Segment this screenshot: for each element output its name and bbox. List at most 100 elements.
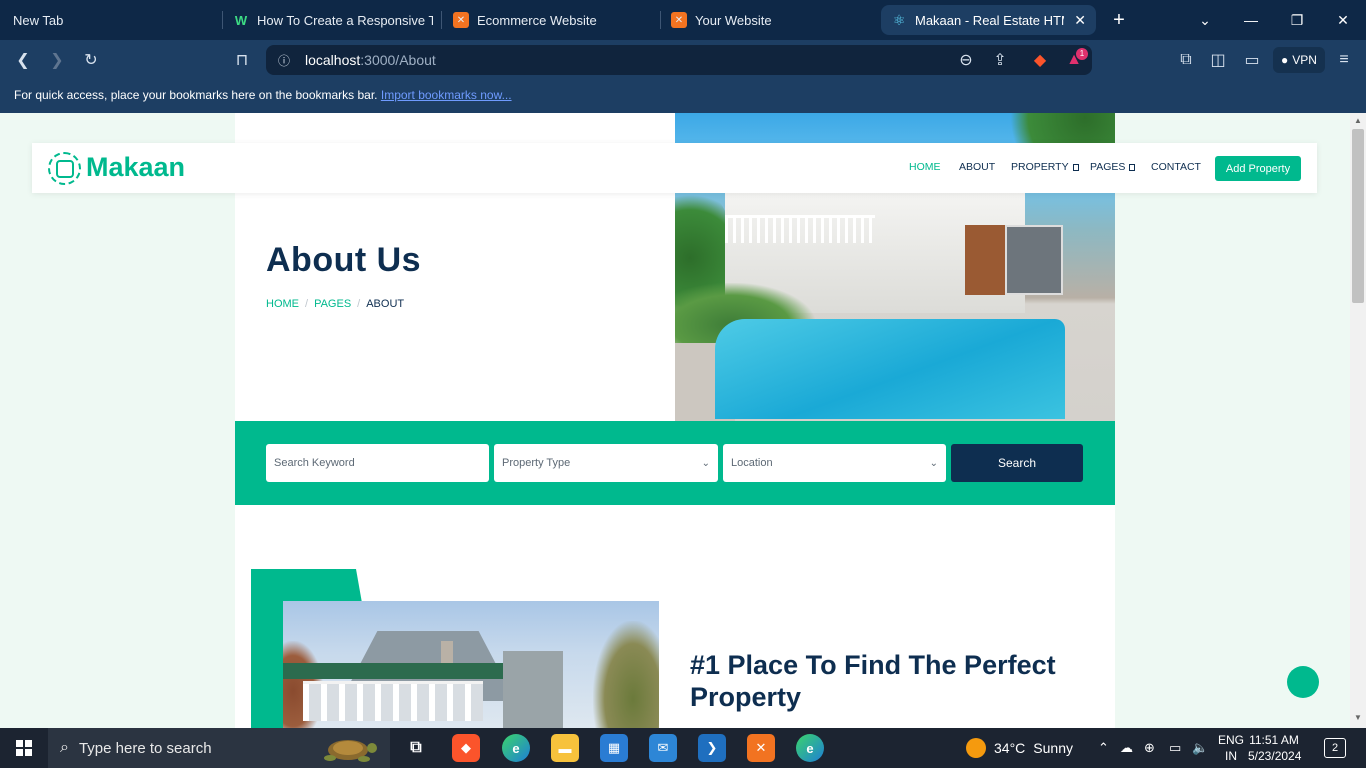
property-type-select[interactable]: Property Type ⌄	[494, 444, 718, 482]
battery-icon[interactable]: ▭	[1169, 728, 1181, 768]
tree	[593, 621, 659, 728]
scrollbar-thumb[interactable]	[1352, 129, 1364, 303]
clock-time: 11:51 AM	[1249, 733, 1299, 747]
dropdown-caret-icon	[1129, 164, 1136, 171]
nav-property[interactable]: PROPERTY	[1011, 161, 1079, 173]
clock-date: 5/23/2024	[1248, 749, 1302, 763]
menu-icon[interactable]: ≡	[1332, 48, 1356, 72]
search-icon: ⌕	[60, 739, 69, 756]
house-tower	[503, 651, 563, 728]
minimize-icon[interactable]: —	[1228, 0, 1274, 40]
window-close-icon[interactable]: ✕	[1320, 0, 1366, 40]
location-value: Location	[731, 457, 773, 469]
import-bookmarks-link[interactable]: Import bookmarks now...	[381, 88, 512, 102]
cloud-icon[interactable]: ☁	[1120, 728, 1133, 768]
reload-icon[interactable]: ↻	[79, 48, 103, 72]
windows	[303, 681, 483, 721]
logo[interactable]: Makaan	[86, 152, 185, 183]
scroll-up-arrow-icon[interactable]: ▲	[1352, 116, 1364, 130]
vpn-button[interactable]: ● VPN	[1273, 47, 1325, 73]
weather-widget[interactable]: 34°C Sunny	[966, 728, 1073, 768]
bookmarks-hint: For quick access, place your bookmarks h…	[14, 88, 378, 102]
new-tab-plus-icon[interactable]: +	[1096, 0, 1142, 40]
rewards-badge: 1	[1076, 48, 1088, 60]
brave-shield-icon[interactable]: ◆	[1028, 48, 1052, 72]
sidebar-icon[interactable]: ◫	[1206, 48, 1230, 72]
vscode-icon[interactable]: ❯	[698, 734, 726, 762]
edge-taskbar-icon[interactable]: e	[502, 734, 530, 762]
nav-pages-label: PAGES	[1090, 161, 1126, 173]
tab-responsive-top[interactable]: W How To Create a Responsive Top	[233, 0, 433, 40]
nav-pages[interactable]: PAGES	[1090, 161, 1136, 173]
location-select[interactable]: Location ⌄	[723, 444, 946, 482]
nav-contact[interactable]: CONTACT	[1151, 161, 1201, 173]
page-title: About Us	[266, 241, 422, 279]
zoom-icon[interactable]: ⊖	[954, 48, 978, 72]
chimney	[441, 641, 453, 663]
task-view-icon[interactable]: ⧉	[402, 734, 430, 762]
store-icon[interactable]: ▦	[600, 734, 628, 762]
extensions-icon[interactable]: ⧉	[1174, 48, 1198, 72]
back-to-top-button[interactable]	[1287, 666, 1319, 698]
chevron-down-icon: ⌄	[929, 457, 938, 469]
scroll-down-arrow-icon[interactable]: ▼	[1352, 713, 1364, 727]
temperature: 34°C	[994, 740, 1026, 756]
search-keyword-input[interactable]: Search Keyword	[266, 444, 489, 482]
share-icon[interactable]: ⇪	[988, 48, 1012, 72]
site-navbar: Makaan HOME ABOUT PROPERTY PAGES CONTACT…	[32, 143, 1317, 193]
turtle-icon	[324, 740, 377, 762]
tab-your-website[interactable]: ✕ Your Website	[671, 0, 871, 40]
edge-dev-icon[interactable]: e	[796, 734, 824, 762]
tab-title: New Tab	[13, 12, 64, 28]
tab-separator	[660, 11, 661, 29]
breadcrumb: HOME / PAGES / ABOUT	[266, 298, 405, 310]
nav-home[interactable]: HOME	[909, 161, 941, 173]
tab-separator	[441, 11, 442, 29]
notifications-icon[interactable]: 2	[1324, 738, 1346, 758]
volume-icon[interactable]: 🔈	[1192, 728, 1208, 768]
forward-icon[interactable]: ❯	[45, 48, 69, 72]
url-text[interactable]: localhost:3000/About	[305, 52, 436, 68]
page-viewport: About Us HOME / PAGES / ABOUT Search Keyword…	[0, 113, 1350, 728]
tab-new-tab[interactable]: New Tab	[13, 0, 213, 40]
breadcrumb-pages[interactable]: PAGES	[314, 298, 351, 310]
lang-bottom: IN	[1225, 749, 1237, 763]
w-favicon-icon: W	[234, 12, 248, 28]
site-info-icon[interactable]: ⓘ	[272, 48, 296, 72]
tab-search-chevron-icon[interactable]: ⌄	[1182, 0, 1228, 40]
restore-icon[interactable]: ❐	[1274, 0, 1320, 40]
bookmark-icon[interactable]: ⊓	[230, 48, 254, 72]
back-icon[interactable]: ❮	[11, 48, 35, 72]
windows-start-icon[interactable]	[16, 740, 32, 756]
tab-title: How To Create a Responsive Top	[257, 12, 433, 28]
react-favicon-icon: ⚛	[892, 11, 906, 28]
tab-ecommerce[interactable]: ✕ Ecommerce Website	[453, 0, 653, 40]
bookmarks-bar: For quick access, place your bookmarks h…	[0, 80, 1366, 113]
breadcrumb-home[interactable]: HOME	[266, 298, 299, 310]
network-icon[interactable]: ⊕	[1144, 728, 1155, 768]
tab-title: Your Website	[695, 12, 772, 28]
search-keyword-placeholder: Search Keyword	[274, 457, 355, 469]
add-property-button[interactable]: Add Property	[1215, 156, 1301, 181]
clock[interactable]: 11:51 AM 5/23/2024	[1248, 732, 1302, 764]
file-explorer-icon[interactable]: ▬	[551, 734, 579, 762]
tab-title: Makaan - Real Estate HTML	[915, 12, 1065, 28]
dropdown-caret-icon	[1072, 164, 1079, 171]
close-tab-icon[interactable]: ✕	[1074, 12, 1086, 29]
about-heading: #1 Place To Find The Perfect Property	[690, 650, 1056, 712]
house-logo-icon[interactable]	[48, 152, 81, 185]
tray-chevron-icon[interactable]: ⌃	[1098, 728, 1109, 768]
wallet-icon[interactable]: ▭	[1240, 48, 1264, 72]
vpn-label: VPN	[1292, 53, 1317, 67]
browser-tab-bar: New Tab W How To Create a Responsive Top…	[0, 0, 1366, 40]
tab-makaan-active[interactable]: ⚛ Makaan - Real Estate HTML ✕	[881, 5, 1096, 35]
sun-icon	[966, 738, 986, 758]
brave-taskbar-icon[interactable]: ◆	[452, 734, 480, 762]
search-button[interactable]: Search	[951, 444, 1083, 482]
tab-separator	[222, 11, 223, 29]
url-host: localhost	[305, 52, 361, 68]
language-indicator[interactable]: ENG IN	[1216, 732, 1246, 764]
nav-about[interactable]: ABOUT	[959, 161, 995, 173]
xampp-icon[interactable]: ✕	[747, 734, 775, 762]
mail-icon[interactable]: ✉	[649, 734, 677, 762]
